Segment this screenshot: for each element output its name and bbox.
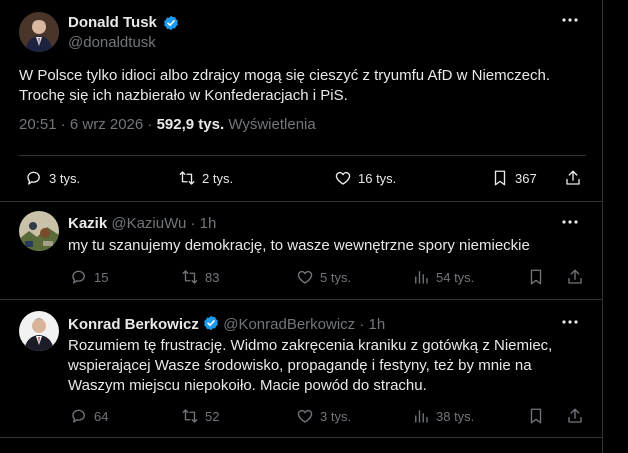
reply-header: Kazik @KaziuWu · 1h xyxy=(68,215,216,232)
author-name[interactable]: Donald Tusk xyxy=(68,14,157,31)
column-border xyxy=(602,0,603,453)
divider xyxy=(0,299,602,300)
author-handle[interactable]: @donaldtusk xyxy=(68,34,156,51)
reply-text: my tu szanujemy demokrację, to wasze wew… xyxy=(68,237,530,254)
reply-icon xyxy=(27,171,40,185)
author-handle[interactable]: @KaziuWu xyxy=(111,215,186,232)
repost-count: 52 xyxy=(205,408,220,424)
repost-count: 83 xyxy=(205,269,220,285)
post-meta: 20:51 · 6 wrz 2026 · 592,9 tys. Wyświetl… xyxy=(19,116,316,133)
reply-count: 15 xyxy=(94,269,109,285)
like-button[interactable]: 3 tys. xyxy=(296,407,351,425)
reply-text-line-1: Rozumiem tę frustrację. Widmo zakręcenia… xyxy=(68,337,553,354)
reply-time[interactable]: · 1h xyxy=(359,316,385,333)
reply-count: 64 xyxy=(94,408,109,424)
reply-icon xyxy=(72,409,85,423)
avatar-konrad-berkowicz[interactable] xyxy=(19,311,59,351)
like-count: 3 tys. xyxy=(320,408,352,424)
reply-text-line-2: wspierającej Wasze środowisko, propagand… xyxy=(68,357,532,374)
bookmark-icon xyxy=(530,269,542,285)
bookmark-icon xyxy=(494,170,506,186)
repost-icon xyxy=(182,409,198,423)
repost-button[interactable]: 83 xyxy=(181,268,219,286)
divider xyxy=(19,155,586,156)
divider xyxy=(0,437,602,438)
reply-button[interactable]: 3 tys. xyxy=(25,169,80,187)
verified-badge-icon xyxy=(203,315,219,331)
post-timestamp[interactable]: 20:51 · 6 wrz 2026 · xyxy=(19,116,152,133)
views-button[interactable]: 38 tys. xyxy=(412,407,474,425)
author-handle[interactable]: @KonradBerkowicz xyxy=(223,316,355,333)
timeline-column: Donald Tusk @donaldtusk W Polsce tylko i… xyxy=(0,0,602,453)
views-count: 54 tys. xyxy=(436,269,475,285)
author-name[interactable]: Konrad Berkowicz xyxy=(68,316,199,333)
repost-button[interactable]: 2 tys. xyxy=(178,169,233,187)
share-button[interactable] xyxy=(564,169,582,187)
reply-button[interactable]: 64 xyxy=(70,407,108,425)
post-text-line-2: Trochę się ich nazbierało w Konfederacja… xyxy=(19,87,348,104)
repost-icon xyxy=(179,171,195,185)
bookmark-count: 367 xyxy=(515,170,537,186)
bookmark-button[interactable] xyxy=(527,268,545,286)
verified-badge-icon xyxy=(163,15,179,31)
reply-time[interactable]: · 1h xyxy=(191,215,217,232)
avatar-donald-tusk[interactable] xyxy=(19,12,59,52)
reply-header: Konrad Berkowicz @KonradBerkowicz · 1h xyxy=(68,315,385,333)
like-button[interactable]: 16 tys. xyxy=(334,169,396,187)
heart-icon xyxy=(335,171,351,185)
avatar-kazik[interactable] xyxy=(19,211,59,251)
share-icon xyxy=(566,170,580,185)
divider xyxy=(0,201,602,202)
share-icon xyxy=(568,408,582,423)
bookmark-button[interactable]: 367 xyxy=(491,169,537,187)
repost-icon xyxy=(182,270,198,284)
views-chart-icon xyxy=(415,410,428,423)
reply-text-line-3: Waszym miejscu niepokoiło. Macie powód d… xyxy=(68,377,427,394)
bookmark-button[interactable] xyxy=(527,407,545,425)
like-button[interactable]: 5 tys. xyxy=(296,268,351,286)
reply-button[interactable]: 15 xyxy=(70,268,108,286)
heart-icon xyxy=(297,409,313,423)
share-button[interactable] xyxy=(566,407,584,425)
like-count: 5 tys. xyxy=(320,269,352,285)
bookmark-icon xyxy=(530,408,542,424)
views-chart-icon xyxy=(415,271,428,284)
share-icon xyxy=(568,269,582,284)
more-options-icon[interactable] xyxy=(560,312,580,332)
heart-icon xyxy=(297,270,313,284)
views-label: Wyświetlenia xyxy=(228,116,316,133)
reply-count: 3 tys. xyxy=(49,170,81,186)
post-text-line-1: W Polsce tylko idioci albo zdrajcy mogą … xyxy=(19,67,550,84)
reply-icon xyxy=(72,270,85,284)
repost-button[interactable]: 52 xyxy=(181,407,219,425)
author-name[interactable]: Kazik xyxy=(68,215,107,232)
views-count: 38 tys. xyxy=(436,408,475,424)
more-options-icon[interactable] xyxy=(560,10,580,30)
views-count: 592,9 tys. xyxy=(156,116,225,133)
views-button[interactable]: 54 tys. xyxy=(412,268,474,286)
more-options-icon[interactable] xyxy=(560,212,580,232)
repost-count: 2 tys. xyxy=(202,170,234,186)
share-button[interactable] xyxy=(566,268,584,286)
like-count: 16 tys. xyxy=(358,170,397,186)
